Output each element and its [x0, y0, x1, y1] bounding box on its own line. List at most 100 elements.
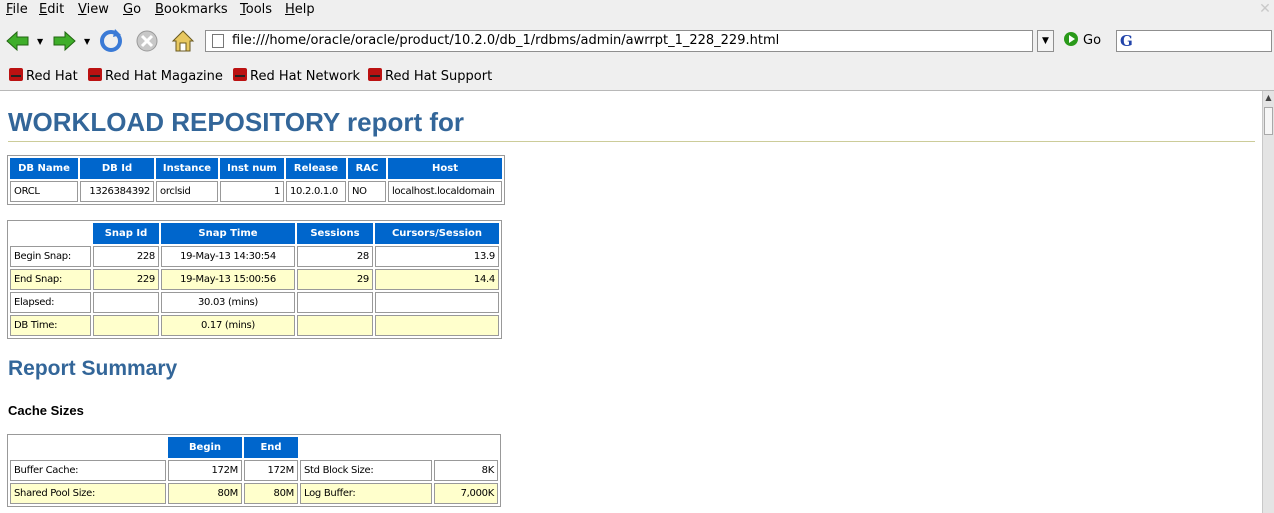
column-header: DB Id: [80, 158, 154, 179]
table-row: Begin Snap: 228 19-May-13 14:30:54 28 13…: [10, 246, 499, 267]
menu-view[interactable]: View: [78, 2, 109, 17]
navigation-toolbar: ▼ ▼ file:///home/oracle/oracle/product/1…: [0, 22, 1274, 60]
back-history-chevron-down-icon[interactable]: ▼: [37, 38, 45, 46]
table-cell: 80M: [168, 483, 242, 504]
table-cell: [375, 292, 499, 313]
table-row: DB Time: 0.17 (mins): [10, 315, 499, 336]
table-cell: [93, 315, 159, 336]
table-header-row: Begin End: [10, 437, 498, 458]
forward-history-chevron-down-icon[interactable]: ▼: [84, 38, 92, 46]
column-header: Inst num: [220, 158, 284, 179]
table-header-row: Snap Id Snap Time Sessions Cursors/Sessi…: [10, 223, 499, 244]
forward-arrow-icon[interactable]: [50, 27, 78, 55]
column-header: Instance: [156, 158, 218, 179]
url-text: file:///home/oracle/oracle/product/10.2.…: [232, 33, 780, 48]
column-header-blank: [10, 437, 166, 458]
table-cell: 10.2.0.1.0: [286, 181, 346, 202]
column-header: Begin: [168, 437, 242, 458]
db-info-table: DB Name DB Id Instance Inst num Release …: [7, 155, 505, 205]
table-cell: Buffer Cache:: [10, 460, 166, 481]
table-cell: 29: [297, 269, 373, 290]
menu-go[interactable]: Go: [123, 2, 141, 17]
url-input[interactable]: file:///home/oracle/oracle/product/10.2.…: [205, 30, 1033, 52]
vertical-scrollbar[interactable]: ▲: [1262, 91, 1274, 513]
search-input[interactable]: G: [1116, 30, 1272, 52]
page-content: WORKLOAD REPOSITORY report for DB Name D…: [0, 91, 1262, 513]
table-cell: Shared Pool Size:: [10, 483, 166, 504]
bookmark-red-hat[interactable]: Red Hat: [9, 68, 78, 84]
url-history-chevron-down-icon[interactable]: ▼: [1037, 30, 1054, 52]
column-header-blank: [10, 223, 91, 244]
bookmark-red-hat-support[interactable]: Red Hat Support: [368, 68, 492, 84]
table-row: End Snap: 229 19-May-13 15:00:56 29 14.4: [10, 269, 499, 290]
table-header-row: DB Name DB Id Instance Inst num Release …: [10, 158, 502, 179]
table-cell: DB Time:: [10, 315, 91, 336]
menu-bar: File Edit View Go Bookmarks Tools Help ✕: [0, 0, 1274, 21]
table-cell: 13.9: [375, 246, 499, 267]
close-icon[interactable]: ✕: [1258, 2, 1272, 16]
column-header: Release: [286, 158, 346, 179]
column-header: Snap Time: [161, 223, 295, 244]
table-row: Shared Pool Size: 80M 80M Log Buffer: 7,…: [10, 483, 498, 504]
table-cell: 8K: [434, 460, 498, 481]
table-cell: 30.03 (mins): [161, 292, 295, 313]
table-cell: [93, 292, 159, 313]
table-cell: Begin Snap:: [10, 246, 91, 267]
reload-icon[interactable]: [97, 27, 125, 55]
scroll-up-arrow-icon[interactable]: ▲: [1263, 91, 1274, 105]
menu-edit[interactable]: Edit: [39, 2, 64, 17]
table-cell: localhost.localdomain: [388, 181, 502, 202]
report-summary-heading: Report Summary: [8, 357, 178, 380]
table-cell: 1326384392: [80, 181, 154, 202]
redhat-icon: [9, 68, 23, 81]
menu-file[interactable]: File: [6, 2, 28, 17]
table-cell: Log Buffer:: [300, 483, 432, 504]
column-header: Host: [388, 158, 502, 179]
column-header: End: [244, 437, 298, 458]
table-cell: 19-May-13 14:30:54: [161, 246, 295, 267]
table-cell: 172M: [168, 460, 242, 481]
table-row: Elapsed: 30.03 (mins): [10, 292, 499, 313]
bookmark-red-hat-magazine[interactable]: Red Hat Magazine: [88, 68, 223, 84]
table-row: Buffer Cache: 172M 172M Std Block Size: …: [10, 460, 498, 481]
column-header: Snap Id: [93, 223, 159, 244]
page-icon: [212, 34, 224, 48]
go-icon: [1064, 32, 1078, 46]
table-cell: 14.4: [375, 269, 499, 290]
google-search-icon[interactable]: G: [1120, 33, 1133, 49]
redhat-icon: [368, 68, 382, 81]
redhat-icon: [88, 68, 102, 81]
table-cell: 80M: [244, 483, 298, 504]
column-header: DB Name: [10, 158, 78, 179]
table-cell: [297, 292, 373, 313]
bookmarks-toolbar: Red Hat Red Hat Magazine Red Hat Network…: [0, 62, 1274, 91]
table-cell: 19-May-13 15:00:56: [161, 269, 295, 290]
menu-help[interactable]: Help: [285, 2, 315, 17]
table-cell: 0.17 (mins): [161, 315, 295, 336]
cache-sizes-heading: Cache Sizes: [8, 403, 84, 418]
table-cell: Std Block Size:: [300, 460, 432, 481]
bookmark-red-hat-network[interactable]: Red Hat Network: [233, 68, 360, 84]
table-cell: 7,000K: [434, 483, 498, 504]
table-cell: 228: [93, 246, 159, 267]
cache-sizes-table: Begin End Buffer Cache: 172M 172M Std Bl…: [7, 434, 501, 507]
column-header: RAC: [348, 158, 386, 179]
menu-tools[interactable]: Tools: [240, 2, 272, 17]
go-button[interactable]: Go: [1064, 32, 1101, 50]
table-cell: orclsid: [156, 181, 218, 202]
menu-bookmarks[interactable]: Bookmarks: [155, 2, 228, 17]
table-cell: 28: [297, 246, 373, 267]
column-header: Cursors/Session: [375, 223, 499, 244]
home-icon[interactable]: [169, 27, 197, 55]
table-cell: [297, 315, 373, 336]
page-title: WORKLOAD REPOSITORY report for: [8, 107, 464, 137]
table-cell: Elapsed:: [10, 292, 91, 313]
table-cell: End Snap:: [10, 269, 91, 290]
table-row: ORCL 1326384392 orclsid 1 10.2.0.1.0 NO …: [10, 181, 502, 202]
stop-icon[interactable]: [133, 27, 161, 55]
back-arrow-icon[interactable]: [4, 27, 32, 55]
scrollbar-thumb[interactable]: [1264, 107, 1273, 135]
column-header: Sessions: [297, 223, 373, 244]
redhat-icon: [233, 68, 247, 81]
column-header-blank: [300, 437, 432, 458]
